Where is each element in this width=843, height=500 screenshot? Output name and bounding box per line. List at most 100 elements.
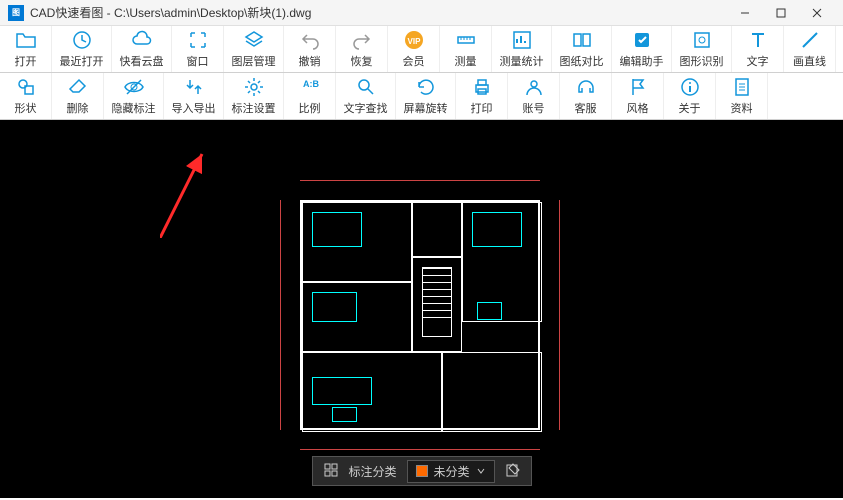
chevron-down-icon — [476, 466, 486, 476]
io-icon — [183, 76, 205, 98]
tool-label: 快看云盘 — [120, 53, 164, 69]
svg-text:VIP: VIP — [407, 37, 421, 46]
toolbar-row-1: 打开 最近打开快看云盘 窗口 图层管理 撤销 恢复 VIP会员测量 测量统计图纸对比编辑助手图… — [0, 26, 843, 73]
tool-label: 窗口 — [187, 53, 209, 69]
color-swatch — [416, 465, 428, 477]
tool-label: 风格 — [627, 100, 649, 116]
stat-icon — [511, 29, 533, 51]
doc-icon — [731, 76, 753, 98]
tool-label: 编辑助手 — [620, 53, 664, 69]
vip-icon: VIP — [403, 29, 425, 51]
window-title: CAD快速看图 - C:\Users\admin\Desktop\新块(1).d… — [30, 4, 727, 21]
style-button[interactable]: 风格 — [612, 73, 664, 119]
tool-label: 删除 — [67, 100, 89, 116]
tool-label: 客服 — [575, 100, 597, 116]
import-export-button[interactable]: 导入导出 — [164, 73, 224, 119]
undo-button[interactable]: 撤销 — [284, 26, 336, 72]
text-button[interactable]: 文字 — [732, 26, 784, 72]
minimize-button[interactable] — [727, 0, 763, 26]
line-icon — [799, 29, 821, 51]
delete-button[interactable]: 删除 — [52, 73, 104, 119]
user-icon — [523, 76, 545, 98]
drawing-canvas[interactable]: 标注分类 未分类 — [0, 120, 843, 498]
tool-label: 形状 — [15, 100, 37, 116]
search-icon — [355, 76, 377, 98]
anno-category-label: 标注分类 — [348, 463, 396, 480]
grid-icon[interactable] — [322, 462, 338, 481]
undo-icon — [299, 29, 321, 51]
tool-label: 图层管理 — [232, 53, 276, 69]
print-button[interactable]: 打印 — [456, 73, 508, 119]
cloud-icon — [131, 29, 153, 51]
status-bar: 标注分类 未分类 — [311, 456, 531, 486]
support-button[interactable]: 客服 — [560, 73, 612, 119]
svg-text:A:B: A:B — [303, 79, 319, 89]
app-icon: 图 — [8, 5, 24, 21]
gear-icon — [243, 76, 265, 98]
find-text-button[interactable]: 文字查找 — [336, 73, 396, 119]
tool-label: 恢复 — [351, 53, 373, 69]
ab-icon: A:B — [299, 76, 321, 98]
layers-icon — [243, 29, 265, 51]
tool-label: 最近打开 — [60, 53, 104, 69]
tool-label: 打印 — [471, 100, 493, 116]
tool-label: 导入导出 — [172, 100, 216, 116]
tool-label: 屏幕旋转 — [404, 100, 448, 116]
info-icon — [679, 76, 701, 98]
tool-label: 隐藏标注 — [112, 100, 156, 116]
redo-button[interactable]: 恢复 — [336, 26, 388, 72]
tool-label: 标注设置 — [232, 100, 276, 116]
maximize-button[interactable] — [763, 0, 799, 26]
annotation-arrow — [160, 148, 220, 238]
edit-helper-button[interactable]: 编辑助手 — [612, 26, 672, 72]
tool-label: 文字查找 — [344, 100, 388, 116]
tool-label: 图形识别 — [680, 53, 724, 69]
compare-button[interactable]: 图纸对比 — [552, 26, 612, 72]
rotate-button[interactable]: 屏幕旋转 — [396, 73, 456, 119]
vip-button[interactable]: VIP会员 — [388, 26, 440, 72]
folder-icon — [15, 29, 37, 51]
headset-icon — [575, 76, 597, 98]
expand-icon — [187, 29, 209, 51]
tool-label: 测量统计 — [500, 53, 544, 69]
data-button[interactable]: 资料 — [716, 73, 768, 119]
tool-label: 图纸对比 — [560, 53, 604, 69]
measure-stat-button[interactable]: 测量统计 — [492, 26, 552, 72]
about-button[interactable]: 关于 — [664, 73, 716, 119]
layer-button[interactable]: 图层管理 — [224, 26, 284, 72]
print-icon — [471, 76, 493, 98]
ruler-icon — [455, 29, 477, 51]
text-icon — [747, 29, 769, 51]
shape-button[interactable]: 形状 — [0, 73, 52, 119]
hide-anno-button[interactable]: 隐藏标注 — [104, 73, 164, 119]
compare-icon — [571, 29, 593, 51]
tool-label: 测量 — [455, 53, 477, 69]
eraser-icon — [67, 76, 89, 98]
redo-icon — [351, 29, 373, 51]
clock-icon — [71, 29, 93, 51]
anno-set-button[interactable]: 标注设置 — [224, 73, 284, 119]
rotate-icon — [415, 76, 437, 98]
edit-icon[interactable] — [505, 462, 521, 481]
window-button[interactable]: 窗口 — [172, 26, 224, 72]
titlebar: 图 CAD快速看图 - C:\Users\admin\Desktop\新块(1)… — [0, 0, 843, 26]
open-button[interactable]: 打开 — [0, 26, 52, 72]
tool-label: 撤销 — [299, 53, 321, 69]
line-button[interactable]: 画直线 — [784, 26, 836, 72]
tool-label: 打开 — [15, 53, 37, 69]
anno-category-current: 未分类 — [434, 463, 470, 480]
measure-button[interactable]: 测量 — [440, 26, 492, 72]
tool-label: 资料 — [731, 100, 753, 116]
scale-button[interactable]: A:B 比例 — [284, 73, 336, 119]
cloud-button[interactable]: 快看云盘 — [112, 26, 172, 72]
recent-button[interactable]: 最近打开 — [52, 26, 112, 72]
close-button[interactable] — [799, 0, 835, 26]
account-button[interactable]: 账号 — [508, 73, 560, 119]
anno-category-select[interactable]: 未分类 — [407, 460, 495, 483]
tool-label: 账号 — [523, 100, 545, 116]
tool-label: 文字 — [747, 53, 769, 69]
tool-label: 比例 — [299, 100, 321, 116]
shape-detect-button[interactable]: 图形识别 — [672, 26, 732, 72]
tool-label: 关于 — [679, 100, 701, 116]
shape-icon — [15, 76, 37, 98]
